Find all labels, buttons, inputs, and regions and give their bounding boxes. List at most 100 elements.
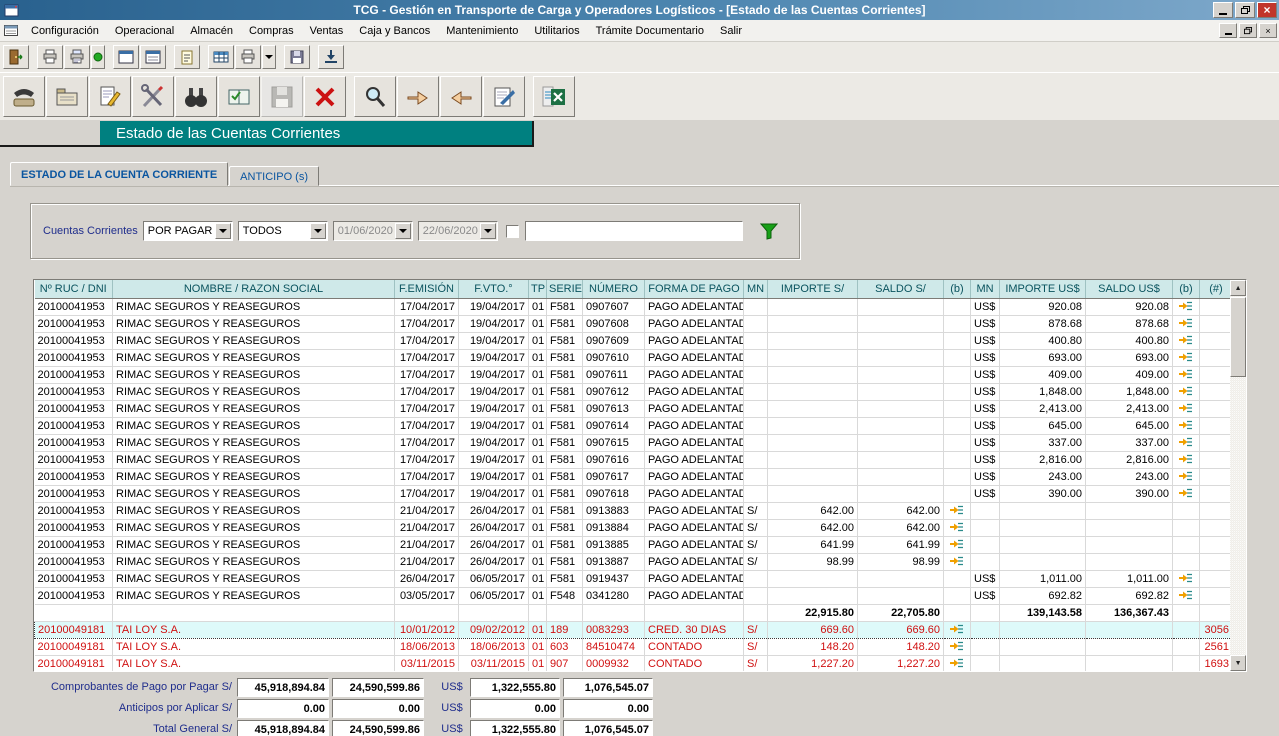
apply-icon[interactable] — [1173, 383, 1200, 400]
column-header-fe[interactable]: F.EMISIÓN — [395, 280, 459, 298]
apply-icon[interactable] — [1173, 570, 1200, 587]
table-row[interactable]: 20100041953RIMAC SEGUROS Y REASEGUROS17/… — [35, 349, 1231, 366]
table-row[interactable]: 20100041953RIMAC SEGUROS Y REASEGUROS17/… — [35, 332, 1231, 349]
vertical-scrollbar[interactable]: ▲ ▼ — [1230, 280, 1246, 671]
apply-icon[interactable] — [1173, 485, 1200, 502]
table-row[interactable]: 20100041953RIMAC SEGUROS Y REASEGUROS17/… — [35, 468, 1231, 485]
sign-button[interactable] — [483, 76, 525, 117]
excel-export-button[interactable] — [533, 76, 575, 117]
column-header-num[interactable]: (#) — [1200, 280, 1231, 298]
column-header-ruc[interactable]: Nº RUC / DNI — [35, 280, 113, 298]
mdi-close-button[interactable]: × — [1259, 23, 1277, 38]
column-header-importe_us[interactable]: IMPORTE US$ — [1000, 280, 1086, 298]
printer-options-dropdown[interactable] — [262, 45, 276, 69]
chevron-down-icon[interactable] — [215, 223, 231, 239]
edit-button[interactable] — [89, 76, 131, 117]
import-button[interactable] — [318, 45, 344, 69]
column-header-mn1[interactable]: MN — [744, 280, 768, 298]
apply-icon[interactable] — [944, 502, 971, 519]
table-row[interactable]: 20100041953RIMAC SEGUROS Y REASEGUROS21/… — [35, 519, 1231, 536]
printer-button[interactable] — [235, 45, 261, 69]
menu-item-operacional[interactable]: Operacional — [107, 22, 182, 40]
table-row[interactable]: 20100041953RIMAC SEGUROS Y REASEGUROS17/… — [35, 383, 1231, 400]
filter-checkbox[interactable] — [506, 225, 519, 238]
table-row[interactable]: 20100049181TAI LOY S.A.18/06/201318/06/2… — [35, 638, 1231, 655]
apply-icon[interactable] — [944, 638, 971, 655]
apply-icon[interactable] — [1173, 587, 1200, 604]
apply-icon[interactable] — [1173, 332, 1200, 349]
chevron-down-icon[interactable] — [480, 223, 496, 239]
table-row[interactable]: 20100041953RIMAC SEGUROS Y REASEGUROS21/… — [35, 536, 1231, 553]
delete-button[interactable] — [304, 76, 346, 117]
column-header-nombre[interactable]: NOMBRE / RAZON SOCIAL — [113, 280, 395, 298]
exit-button[interactable] — [3, 45, 29, 69]
apply-icon[interactable] — [1173, 315, 1200, 332]
tools-button[interactable] — [132, 76, 174, 117]
find-button[interactable] — [354, 76, 396, 117]
point-left-button[interactable] — [440, 76, 482, 117]
apply-icon[interactable] — [1173, 400, 1200, 417]
column-header-b2[interactable]: (b) — [1173, 280, 1200, 298]
table-row[interactable]: 20100041953RIMAC SEGUROS Y REASEGUROS17/… — [35, 434, 1231, 451]
apply-icon[interactable] — [1173, 468, 1200, 485]
menu-item-caja-y-bancos[interactable]: Caja y Bancos — [351, 22, 438, 40]
chevron-down-icon[interactable] — [310, 223, 326, 239]
apply-icon[interactable] — [944, 621, 971, 638]
menu-item-almac-n[interactable]: Almacén — [182, 22, 241, 40]
binoculars-button[interactable] — [175, 76, 217, 117]
alcance-select[interactable]: TODOS — [238, 221, 328, 241]
mdi-minimize-button[interactable] — [1219, 23, 1237, 38]
point-right-button[interactable] — [397, 76, 439, 117]
menu-item-mantenimiento[interactable]: Mantenimiento — [438, 22, 526, 40]
scrollbar-thumb[interactable] — [1230, 297, 1246, 377]
save-small-button[interactable] — [284, 45, 310, 69]
apply-icon[interactable] — [1173, 451, 1200, 468]
apply-icon[interactable] — [944, 553, 971, 570]
column-header-forma[interactable]: FORMA DE PAGO — [645, 280, 744, 298]
column-header-numero[interactable]: NÚMERO — [583, 280, 645, 298]
table-row[interactable]: 20100041953RIMAC SEGUROS Y REASEGUROS17/… — [35, 417, 1231, 434]
table-row[interactable]: 20100041953RIMAC SEGUROS Y REASEGUROS03/… — [35, 587, 1231, 604]
table-row[interactable]: 20100049181TAI LOY S.A.10/01/201209/02/2… — [35, 621, 1231, 638]
cuentas-tipo-select[interactable]: POR PAGAR — [143, 221, 233, 241]
column-header-saldo_s[interactable]: SALDO S/ — [858, 280, 944, 298]
table-row[interactable]: 20100041953RIMAC SEGUROS Y REASEGUROS21/… — [35, 502, 1231, 519]
print-button[interactable] — [37, 45, 63, 69]
apply-icon[interactable] — [1173, 366, 1200, 383]
scroll-up-button[interactable]: ▲ — [1230, 280, 1246, 296]
restore-button[interactable] — [1235, 2, 1255, 18]
table-row[interactable]: 20100041953RIMAC SEGUROS Y REASEGUROS17/… — [35, 400, 1231, 417]
menu-item-utilitarios[interactable]: Utilitarios — [526, 22, 587, 40]
tab-anticipo-s[interactable]: ANTICIPO (s) — [229, 166, 319, 186]
table-view-button[interactable] — [208, 45, 234, 69]
fecha-hasta-select[interactable]: 22/06/2020 — [418, 221, 498, 241]
column-header-tp[interactable]: TP — [529, 280, 547, 298]
phone-button[interactable] — [3, 76, 45, 117]
table-row[interactable]: 20100041953RIMAC SEGUROS Y REASEGUROS21/… — [35, 553, 1231, 570]
checklist-button[interactable] — [174, 45, 200, 69]
column-header-saldo_us[interactable]: SALDO US$ — [1086, 280, 1173, 298]
table-row[interactable]: 22,915.8022,705.80139,143.58136,367.43 — [35, 604, 1231, 621]
column-header-mn2[interactable]: MN — [971, 280, 1000, 298]
table-row[interactable]: 20100041953RIMAC SEGUROS Y REASEGUROS17/… — [35, 366, 1231, 383]
column-header-b1[interactable]: (b) — [944, 280, 971, 298]
apply-icon[interactable] — [944, 655, 971, 671]
table-row[interactable]: 20100041953RIMAC SEGUROS Y REASEGUROS17/… — [35, 451, 1231, 468]
verify-button[interactable] — [218, 76, 260, 117]
scroll-down-button[interactable]: ▼ — [1230, 655, 1246, 671]
column-header-importe_s[interactable]: IMPORTE S/ — [768, 280, 858, 298]
mdi-restore-button[interactable] — [1239, 23, 1257, 38]
column-header-fv[interactable]: F.VTO.° — [459, 280, 529, 298]
form-button[interactable] — [113, 45, 139, 69]
menu-item-salir[interactable]: Salir — [712, 22, 750, 40]
tab-estado-de-la-cuenta-corriente[interactable]: ESTADO DE LA CUENTA CORRIENTE — [10, 162, 228, 186]
status-ok-button[interactable] — [91, 45, 105, 69]
menu-item-tr-mite-documentario[interactable]: Trámite Documentario — [588, 22, 712, 40]
filter-text-input[interactable] — [525, 221, 743, 241]
menu-item-configuraci-n[interactable]: Configuración — [23, 22, 107, 40]
apply-icon[interactable] — [944, 519, 971, 536]
apply-icon[interactable] — [1173, 298, 1200, 315]
table-row[interactable]: 20100041953RIMAC SEGUROS Y REASEGUROS17/… — [35, 485, 1231, 502]
minimize-button[interactable] — [1213, 2, 1233, 18]
form-grid-button[interactable] — [140, 45, 166, 69]
